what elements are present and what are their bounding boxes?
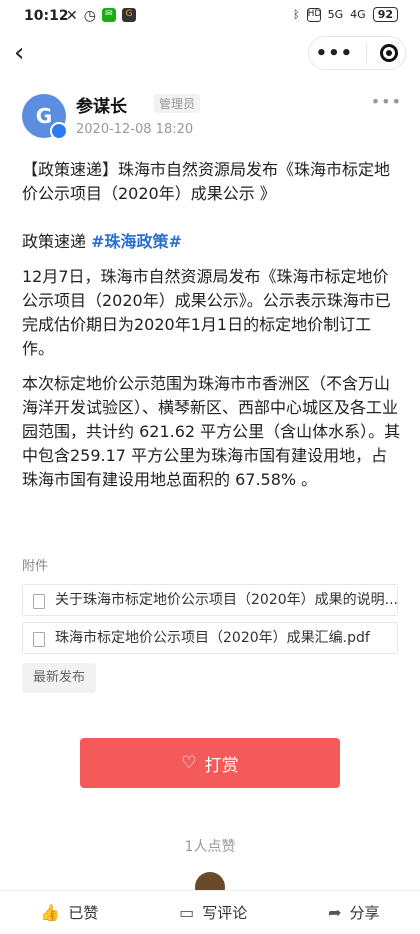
avatar-letter: G	[35, 104, 53, 128]
comment-button[interactable]: ▭ 写评论	[179, 902, 247, 923]
avatar[interactable]: G	[22, 94, 68, 140]
attachment-name: 关于珠海市标定地价公示项目（2020年）成果的说明...	[55, 592, 398, 608]
mute-icon: ✕	[66, 8, 78, 24]
like-label: 已赞	[68, 904, 99, 922]
nav-bar: ‹ •••	[0, 32, 420, 76]
battery-icon: 92	[372, 7, 398, 22]
status-bar: 10:12 ✕ ◷ ✉ G ᛒ HD 5G 4G 92	[0, 0, 420, 32]
attachments-label: 附件	[22, 559, 49, 574]
share-button[interactable]: ➦ 分享	[328, 902, 379, 923]
tag-prefix: 政策速递	[22, 232, 92, 251]
share-label: 分享	[349, 904, 380, 922]
post-date: 2020-12-08 18:20	[76, 122, 194, 137]
app-icon: G	[121, 8, 136, 22]
paragraph-2: 本次标定地价公示范围为珠海市市香洲区（不含万山海洋开发试验区）、横琴新区、西部中…	[22, 374, 401, 489]
bottom-action-bar: 👍 已赞 ▭ 写评论 ➦ 分享	[0, 890, 420, 934]
author-header: G 参谋长 管理员 2020-12-08 18:20 •••	[22, 92, 402, 144]
heart-icon: ♡	[181, 753, 197, 773]
tip-button[interactable]: ♡ 打赏	[80, 738, 340, 788]
comment-icon: ▭	[179, 903, 195, 922]
post-more-icon[interactable]: •••	[371, 92, 402, 111]
signal-4g-icon: 4G	[350, 8, 366, 21]
post-title: 【政策速递】珠海市自然资源局发布《珠海市标定地价公示项目（2020年）成果公示 …	[22, 160, 391, 203]
mini-program-capsule: •••	[308, 36, 406, 70]
share-icon: ➦	[328, 903, 342, 922]
back-icon[interactable]: ‹	[14, 40, 24, 66]
tag-line: 政策速递 #珠海政策#	[22, 230, 402, 254]
latest-posts-button[interactable]: 最新发布	[22, 663, 97, 693]
thumbs-up-icon: 👍	[40, 903, 61, 922]
role-badge: 管理员	[154, 94, 201, 113]
signal-5g-icon: 5G	[327, 8, 344, 21]
file-icon	[33, 594, 45, 609]
system-icons: ᛒ HD 5G 4G 92	[293, 7, 398, 22]
close-mini-program-icon[interactable]	[380, 44, 399, 62]
tip-label: 打赏	[204, 755, 239, 776]
like-button[interactable]: 👍 已赞	[40, 902, 98, 923]
author-name[interactable]: 参谋长	[76, 92, 127, 117]
verified-icon	[50, 122, 68, 140]
hd-icon: HD	[306, 7, 321, 22]
bluetooth-icon: ᛒ	[293, 8, 300, 21]
capsule-divider	[366, 43, 368, 63]
post-content: 【政策速递】珠海市自然资源局发布《珠海市标定地价公示项目（2020年）成果公示 …	[22, 158, 402, 492]
likes-count: 1人点赞	[184, 839, 236, 855]
attachment-name: 珠海市标定地价公示项目（2020年）成果汇编.pdf	[55, 630, 370, 646]
more-icon[interactable]: •••	[316, 43, 354, 64]
file-icon	[33, 632, 45, 647]
wechat-icon: ✉	[101, 8, 116, 22]
status-time: 10:12	[24, 8, 69, 24]
attachment-item[interactable]: 珠海市标定地价公示项目（2020年）成果汇编.pdf	[22, 622, 398, 654]
attachment-item[interactable]: 关于珠海市标定地价公示项目（2020年）成果的说明...	[22, 584, 398, 616]
alarm-icon: ◷	[83, 8, 96, 24]
paragraph-1: 12月7日，珠海市自然资源局发布《珠海市标定地价公示项目（2020年）成果公示》…	[22, 267, 391, 358]
comment-label: 写评论	[202, 904, 248, 922]
topic-tag-link[interactable]: #珠海政策#	[91, 232, 182, 251]
notification-icons: ✕ ◷ ✉ G	[66, 8, 136, 24]
